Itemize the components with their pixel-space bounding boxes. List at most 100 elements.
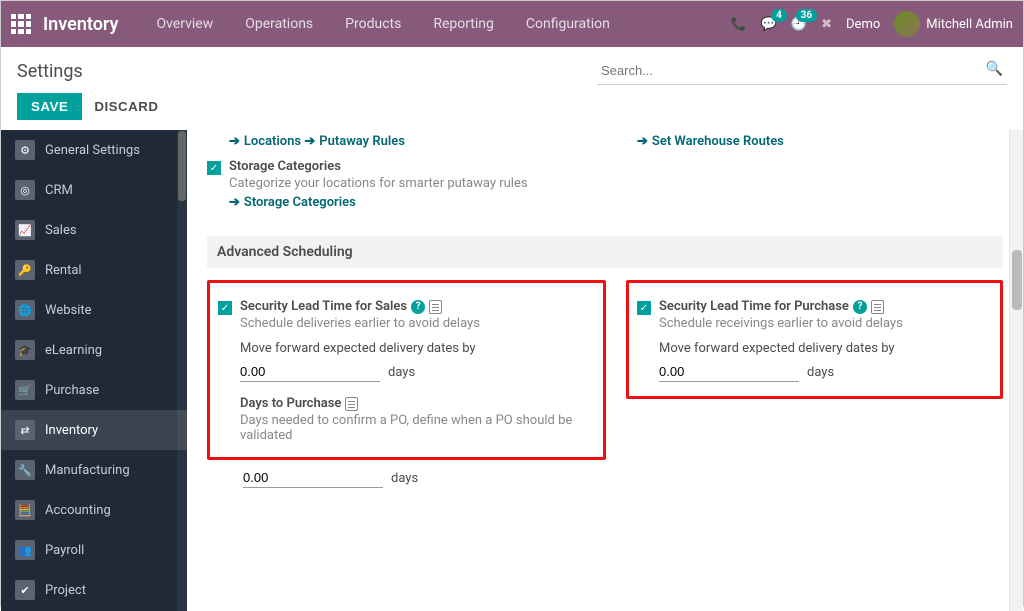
manufacturing-icon: 🔧 (15, 460, 35, 480)
content-scrollbar[interactable] (1009, 130, 1023, 611)
arrow-icon: ➔ (637, 134, 648, 149)
action-bar: SAVE DISCARD (1, 93, 1023, 130)
sidebar-item-crm[interactable]: ◎ CRM (1, 170, 187, 210)
search-wrap: 🔍 (597, 57, 1007, 85)
sales-lead-value-input[interactable] (240, 362, 380, 382)
days-purchase-value-row: days (207, 468, 1003, 488)
nav-products[interactable]: Products (331, 10, 415, 38)
developer-icon[interactable] (871, 300, 884, 314)
inventory-icon: ⇄ (15, 420, 35, 440)
sidebar-item-general-settings[interactable]: ⚙General Settings (1, 130, 187, 170)
sidebar-item-payroll[interactable]: 👥Payroll (1, 530, 187, 570)
activities-icon[interactable]: 🕘36 (791, 17, 807, 32)
sidebar-item-elearning[interactable]: 🎓 eLearning (1, 330, 187, 370)
sidebar-item-label: Sales (45, 223, 77, 238)
help-icon[interactable]: ? (853, 300, 867, 314)
advanced-scheduling-row: ✓ Security Lead Time for Sales ? Schedul… (207, 280, 1003, 460)
accounting-icon: 🧮 (15, 500, 35, 520)
website-icon: 🌐 (15, 300, 35, 320)
section-advanced-scheduling: Advanced Scheduling (207, 236, 1003, 268)
nav-configuration[interactable]: Configuration (512, 10, 624, 38)
avatar (894, 11, 920, 37)
sales-lead-checkbox[interactable]: ✓ (218, 301, 232, 315)
days-purchase-desc: Days needed to confirm a PO, define when… (240, 413, 595, 443)
sidebar-item-purchase[interactable]: 🛒Purchase (1, 370, 187, 410)
messages-count: 4 (771, 9, 787, 22)
arrow-icon: ➔ (229, 195, 240, 210)
sidebar-item-manufacturing[interactable]: 🔧Manufacturing (1, 450, 187, 490)
sidebar-item-label: Accounting (45, 503, 111, 518)
sales-lead-title: Security Lead Time for Sales (240, 299, 407, 314)
discard-button[interactable]: DISCARD (94, 99, 158, 114)
days-purchase-unit: days (391, 471, 418, 486)
developer-icon[interactable] (345, 397, 358, 411)
purchase-lead-desc: Schedule receivings earlier to avoid del… (659, 316, 992, 331)
sidebar-item-label: eLearning (45, 343, 102, 358)
sales-lead-move-label: Move forward expected delivery dates by (240, 341, 595, 356)
search-input[interactable] (597, 57, 1007, 85)
phone-icon[interactable]: 📞 (731, 17, 747, 32)
sidebar-item-label: Project (45, 583, 86, 598)
page-title: Settings (17, 61, 83, 82)
purchase-lead-value-input[interactable] (659, 362, 799, 382)
sidebar-item-project[interactable]: ✔ Project (1, 570, 187, 610)
developer-icon[interactable] (429, 300, 442, 314)
nav-links: Overview Operations Products Reporting C… (142, 10, 730, 38)
sidebar-item-label: Inventory (45, 423, 98, 438)
purchase-lead-unit: days (807, 365, 834, 380)
purchase-lead-title: Security Lead Time for Purchase (659, 299, 849, 314)
purchase-lead-move-label: Move forward expected delivery dates by (659, 341, 992, 356)
top-links-row: ➔Locations ➔Putaway Rules ➔Set Warehouse… (207, 130, 1003, 153)
sidebar-item-label: Purchase (45, 383, 99, 398)
sidebar: ⚙General Settings ◎ CRM 📈 Sales 🔑Rental 🌐 Websi… (1, 130, 187, 611)
putaway-rules-link[interactable]: ➔Putaway Rules (304, 134, 405, 149)
days-purchase-title: Days to Purchase (240, 396, 341, 411)
save-button[interactable]: SAVE (17, 93, 82, 120)
control-bar: Settings 🔍 (1, 47, 1023, 93)
sidebar-item-label: Website (45, 303, 92, 318)
sidebar-item-rental[interactable]: 🔑Rental (1, 250, 187, 290)
locations-link[interactable]: ➔Locations (229, 134, 301, 149)
sales-lead-time-block: ✓ Security Lead Time for Sales ? Schedul… (207, 280, 606, 460)
sidebar-item-accounting[interactable]: 🧮 Accounting (1, 490, 187, 530)
sales-lead-desc: Schedule deliveries earlier to avoid del… (240, 316, 595, 331)
messages-icon[interactable]: 💬4 (761, 17, 777, 32)
storage-checkbox[interactable]: ✓ (207, 161, 221, 175)
top-nav: Inventory Overview Operations Products R… (1, 1, 1023, 47)
sidebar-item-label: General Settings (45, 143, 140, 158)
sales-icon: 📈 (15, 220, 35, 240)
sidebar-scrollbar[interactable] (177, 130, 187, 611)
app-brand[interactable]: Inventory (43, 14, 118, 35)
top-icons: 📞 💬4 🕘36 ✖ Demo Mitchell Admin (731, 11, 1013, 37)
sidebar-item-website[interactable]: 🌐 Website (1, 290, 187, 330)
crm-icon: ◎ (15, 180, 35, 200)
search-icon[interactable]: 🔍 (986, 61, 1003, 77)
tools-icon[interactable]: ✖ (821, 17, 832, 32)
sidebar-item-label: CRM (45, 183, 73, 198)
main: ⚙General Settings ◎ CRM 📈 Sales 🔑Rental 🌐 Websi… (1, 130, 1023, 611)
storage-desc: Categorize your locations for smarter pu… (229, 176, 1003, 191)
nav-reporting[interactable]: Reporting (419, 10, 508, 38)
sidebar-item-inventory[interactable]: ⇄ Inventory (1, 410, 187, 450)
sidebar-item-sales[interactable]: 📈 Sales (1, 210, 187, 250)
purchase-lead-checkbox[interactable]: ✓ (637, 301, 651, 315)
project-icon: ✔ (15, 580, 35, 600)
user-menu[interactable]: Mitchell Admin (894, 11, 1013, 37)
payroll-icon: 👥 (15, 540, 35, 560)
sales-lead-unit: days (388, 365, 415, 380)
sidebar-item-label: Rental (45, 263, 82, 278)
help-icon[interactable]: ? (411, 300, 425, 314)
storage-title: Storage Categories (229, 159, 1003, 174)
nav-overview[interactable]: Overview (142, 10, 227, 38)
set-warehouse-routes-link[interactable]: ➔Set Warehouse Routes (637, 134, 784, 149)
demo-label[interactable]: Demo (846, 17, 880, 32)
elearning-icon: 🎓 (15, 340, 35, 360)
nav-operations[interactable]: Operations (231, 10, 327, 38)
purchase-lead-col: ✓ Security Lead Time for Purchase ? Sche… (626, 280, 1003, 460)
activities-count: 36 (796, 9, 817, 22)
apps-icon[interactable] (11, 14, 31, 34)
storage-categories-setting: ✓ Storage Categories Categorize your loc… (207, 153, 1003, 216)
storage-categories-link[interactable]: ➔Storage Categories (229, 195, 356, 210)
days-purchase-value-input[interactable] (243, 468, 383, 488)
user-name: Mitchell Admin (926, 17, 1013, 32)
